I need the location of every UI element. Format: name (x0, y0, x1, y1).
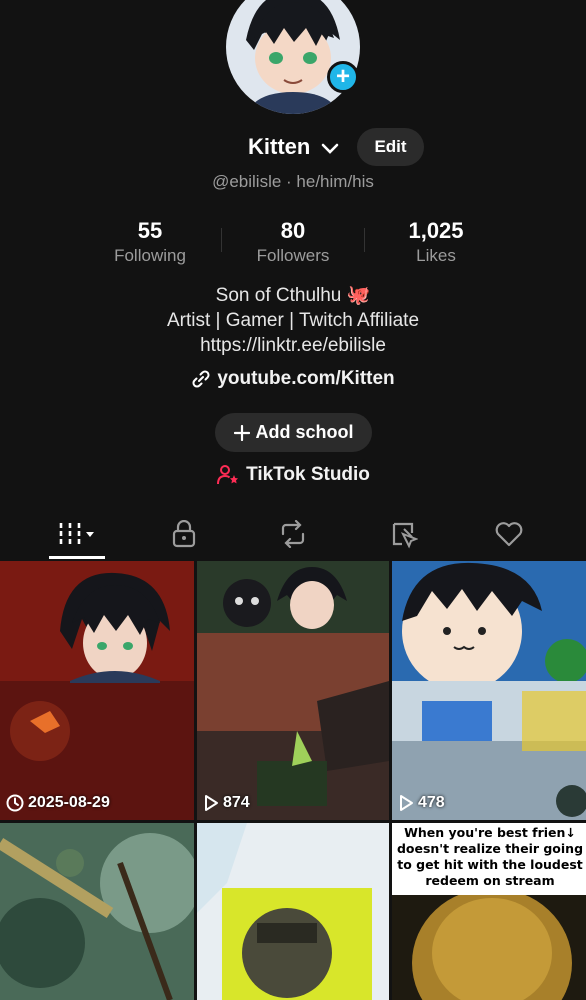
video-meta: 478 (398, 794, 445, 812)
video-date: 2025-08-29 (28, 794, 110, 811)
stat-label: Followers (256, 246, 330, 265)
video-thumbnail (392, 561, 586, 820)
play-icon (400, 795, 413, 811)
video-thumbnail (0, 561, 194, 820)
add-school-button[interactable]: Add school (215, 413, 372, 452)
stat-value: 80 (280, 218, 306, 243)
stat-label: Following (114, 246, 186, 265)
bio: Son of Cthulhu 🐙 Artist | Gamer | Twitch… (0, 283, 586, 358)
stat-value: 55 (137, 218, 163, 243)
grid-icon (59, 523, 94, 545)
handle-pronouns: @ebilisle · he/him/his (212, 172, 374, 191)
stat-likes[interactable]: 1,025 Likes (376, 218, 496, 266)
video-tile[interactable]: 2025-08-29 (0, 561, 194, 820)
plus-icon (233, 424, 250, 441)
tab-reposts[interactable] (263, 510, 323, 558)
profile-tabs (0, 510, 586, 560)
stat-value: 1,025 (408, 218, 464, 243)
tab-videos[interactable] (47, 510, 107, 558)
divider (221, 228, 222, 252)
edit-profile-button[interactable]: Edit (357, 128, 424, 166)
bio-line: Artist | Gamer | Twitch Affiliate (166, 310, 420, 331)
video-caption: When you're best frien↓ doesn't realize … (392, 823, 586, 895)
bio-line: Son of Cthulhu 🐙 (215, 285, 371, 306)
profile-avatar-wrap[interactable]: + (226, 0, 360, 114)
lock-icon (172, 520, 196, 548)
play-icon (205, 795, 218, 811)
view-count: 478 (418, 794, 445, 811)
video-meta: 2025-08-29 (6, 794, 110, 812)
video-thumbnail (197, 823, 389, 1000)
video-tile[interactable]: 478 (392, 561, 586, 820)
video-tile[interactable]: When you're best frien↓ doesn't realize … (392, 823, 586, 1000)
tab-liked[interactable] (479, 510, 539, 558)
video-tile[interactable] (197, 823, 389, 1000)
plus-icon: + (335, 63, 350, 90)
profile-stats: 55 Following 80 Followers 1,025 Likes (0, 218, 586, 268)
add-school-label: Add school (255, 422, 354, 442)
stat-label: Likes (416, 246, 456, 265)
studio-label: TikTok Studio (246, 464, 370, 485)
video-grid: 2025-08-29 874 478 When you're best frie… (0, 561, 586, 1000)
repost-icon (281, 520, 305, 548)
video-thumbnail (197, 561, 389, 820)
tiktok-studio-link[interactable]: TikTok Studio (0, 464, 586, 486)
view-count: 874 (223, 794, 250, 811)
avatar-illustration (226, 0, 360, 114)
stat-followers[interactable]: 80 Followers (233, 218, 353, 266)
tab-tagged[interactable] (373, 510, 433, 558)
video-tile[interactable] (0, 823, 194, 1000)
video-tile[interactable]: 874 (197, 561, 389, 820)
add-avatar-button[interactable]: + (327, 61, 359, 93)
clock-icon (6, 794, 24, 812)
chevron-down-icon[interactable] (320, 139, 340, 159)
display-name[interactable]: Kitten (248, 134, 310, 160)
heart-icon (495, 522, 523, 547)
tagged-icon (392, 522, 418, 549)
divider (364, 228, 365, 252)
studio-person-icon (217, 465, 239, 485)
active-tab-indicator (49, 556, 105, 559)
link-text[interactable]: youtube.com/Kitten (217, 368, 394, 390)
link-icon (192, 370, 210, 388)
video-meta: 874 (203, 794, 250, 812)
profile-name-row: Kitten Edit (0, 128, 586, 168)
stat-following[interactable]: 55 Following (90, 218, 210, 266)
video-thumbnail (0, 823, 194, 1000)
avatar[interactable] (226, 0, 360, 114)
tab-private[interactable] (154, 510, 214, 558)
profile-link[interactable]: youtube.com/Kitten (0, 368, 586, 390)
bio-url[interactable]: https://linktr.ee/ebilisle (0, 333, 586, 358)
